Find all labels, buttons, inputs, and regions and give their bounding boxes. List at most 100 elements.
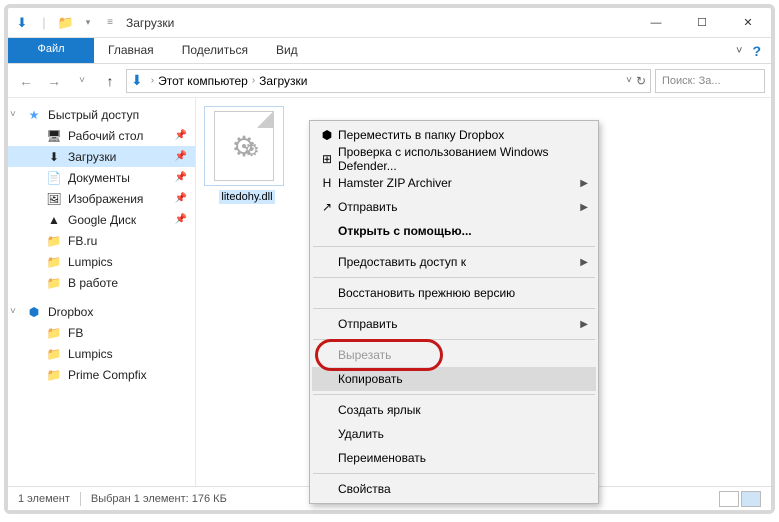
sidebar-item-label: В работе <box>68 276 118 290</box>
menu-item[interactable]: Открыть с помощью... <box>312 219 596 243</box>
submenu-arrow-icon: ▶ <box>580 202 588 213</box>
menu-item[interactable]: ⬢Переместить в папку Dropbox <box>312 123 596 147</box>
sidebar-item[interactable]: 📁 Prime Compfix <box>8 364 195 385</box>
address-input[interactable]: ⬇ › Этот компьютер › Загрузки ˅ ↻ <box>126 69 651 93</box>
menu-item[interactable]: Копировать <box>312 367 596 391</box>
menu-item[interactable]: Удалить <box>312 422 596 446</box>
menu-separator <box>313 394 595 395</box>
maximize-button[interactable]: ☐ <box>679 8 725 38</box>
sidebar-label: Dropbox <box>48 305 93 319</box>
app-icon: ⬇ <box>12 13 32 33</box>
menu-item[interactable]: Отправить▶ <box>312 312 596 336</box>
sidebar-item-label: FB <box>68 326 83 340</box>
title-bar: ⬇ | 📁 ▾ ≡ Загрузки — ☐ ✕ <box>8 8 771 38</box>
menu-item-label: Удалить <box>338 427 588 441</box>
sidebar-item-label: Lumpics <box>68 347 113 361</box>
menu-item-label: Переместить в папку Dropbox <box>338 128 588 142</box>
dropbox-icon: ⬢ <box>26 304 42 320</box>
sidebar-item[interactable]: 📁FB <box>8 322 195 343</box>
tab-view[interactable]: Вид <box>262 38 312 63</box>
menu-item[interactable]: ↗Отправить▶ <box>312 195 596 219</box>
close-button[interactable]: ✕ <box>725 8 771 38</box>
menu-item-icon: ⬢ <box>316 128 338 142</box>
menu-separator <box>313 473 595 474</box>
nav-recent-button[interactable]: ˅ <box>70 69 94 93</box>
menu-item[interactable]: Создать ярлык <box>312 398 596 422</box>
folder-icon: 📁 <box>46 367 62 383</box>
pin-icon: 📌 <box>175 214 187 225</box>
sidebar-item-label: Prime Compfix <box>68 368 147 382</box>
folder-icon: 📁 <box>46 275 62 291</box>
folder-icon: ▲ <box>46 212 62 228</box>
file-thumbnail: ⚙⚙ <box>204 106 284 186</box>
nav-back-button[interactable]: ← <box>14 69 38 93</box>
folder-icon: 📁 <box>56 13 76 33</box>
menu-item[interactable]: Свойства <box>312 477 596 501</box>
file-name: litedohy.dll <box>219 190 274 204</box>
folder-icon: 📁 <box>46 254 62 270</box>
breadcrumb-folder[interactable]: Загрузки <box>259 74 307 88</box>
pin-icon: 📌 <box>175 130 187 141</box>
breadcrumb-sep: › <box>151 75 154 86</box>
sidebar-item[interactable]: 📁 В работе <box>8 272 195 293</box>
folder-icon: 📄 <box>46 170 62 186</box>
download-folder-icon: ⬇ <box>131 72 143 89</box>
status-selected: Выбран 1 элемент: 176 КБ <box>91 493 227 505</box>
search-input[interactable]: Поиск: За... <box>655 69 765 93</box>
ribbon-tabs: Файл Главная Поделиться Вид ˅ ? <box>8 38 771 64</box>
tab-home[interactable]: Главная <box>94 38 168 63</box>
chevron-down-icon: ˅ <box>10 109 16 120</box>
folder-icon: ⬇ <box>46 149 62 165</box>
sidebar-item[interactable]: ⬇ Загрузки 📌 <box>8 146 195 167</box>
ribbon-expand-icon[interactable]: ˅ <box>736 45 742 57</box>
folder-icon: 📁 <box>46 233 62 249</box>
view-large-icon[interactable] <box>741 491 761 507</box>
sidebar-item[interactable]: 🖼Изображения📌 <box>8 188 195 209</box>
pin-icon: 📌 <box>175 151 187 162</box>
breadcrumb-root[interactable]: Этот компьютер <box>158 74 248 88</box>
folder-icon: 📁 <box>46 346 62 362</box>
sidebar-item[interactable]: ▲ Google Диск 📌 <box>8 209 195 230</box>
sidebar-item-label: Google Диск <box>68 213 136 227</box>
qat-dropdown-icon[interactable]: ▾ <box>78 13 98 33</box>
sidebar-item[interactable]: 📁 Lumpics <box>8 343 195 364</box>
sidebar-item-label: Загрузки <box>68 150 116 164</box>
refresh-icon[interactable]: ↻ <box>636 74 646 88</box>
menu-item-label: Копировать <box>338 372 588 386</box>
status-count: 1 элемент <box>18 493 70 505</box>
tab-file[interactable]: Файл <box>8 38 94 63</box>
submenu-arrow-icon: ▶ <box>580 319 588 330</box>
menu-item-label: Отправить <box>338 317 580 331</box>
star-icon: ★ <box>26 107 42 123</box>
menu-item[interactable]: HHamster ZIP Archiver▶ <box>312 171 596 195</box>
view-details-icon[interactable] <box>719 491 739 507</box>
sidebar-label: Быстрый доступ <box>48 108 139 122</box>
chevron-down-icon: ˅ <box>10 306 16 317</box>
menu-item-icon: ↗ <box>316 200 338 214</box>
menu-item[interactable]: Переименовать <box>312 446 596 470</box>
nav-up-button[interactable]: ↑ <box>98 69 122 93</box>
breadcrumb-sep: › <box>252 75 255 86</box>
help-icon[interactable]: ? <box>752 43 761 59</box>
sidebar-item[interactable]: 📁 FB.ru <box>8 230 195 251</box>
address-bar: ← → ˅ ↑ ⬇ › Этот компьютер › Загрузки ˅ … <box>8 64 771 98</box>
menu-separator <box>313 339 595 340</box>
sidebar-dropbox[interactable]: ˅ ⬢ Dropbox <box>8 301 195 322</box>
menu-item[interactable]: Восстановить прежнюю версию <box>312 281 596 305</box>
sidebar-item[interactable]: 📄Документы📌 <box>8 167 195 188</box>
minimize-button[interactable]: — <box>633 8 679 38</box>
sidebar-item-label: FB.ru <box>68 234 97 248</box>
menu-item-label: Открыть с помощью... <box>338 224 588 238</box>
sidebar-item[interactable]: 🖥Рабочий стол📌 <box>8 125 195 146</box>
menu-item-icon: ⊞ <box>316 152 338 166</box>
address-dropdown-icon[interactable]: ˅ <box>626 75 632 86</box>
menu-item[interactable]: Предоставить доступ к▶ <box>312 250 596 274</box>
file-item[interactable]: ⚙⚙ litedohy.dll <box>204 106 290 204</box>
nav-forward-button[interactable]: → <box>42 69 66 93</box>
menu-item[interactable]: ⊞Проверка с использованием Windows Defen… <box>312 147 596 171</box>
menu-item-label: Отправить <box>338 200 580 214</box>
qat-overflow[interactable]: ≡ <box>100 13 120 33</box>
sidebar-quick-access[interactable]: ˅ ★ Быстрый доступ <box>8 104 195 125</box>
tab-share[interactable]: Поделиться <box>168 38 262 63</box>
sidebar-item[interactable]: 📁Lumpics <box>8 251 195 272</box>
